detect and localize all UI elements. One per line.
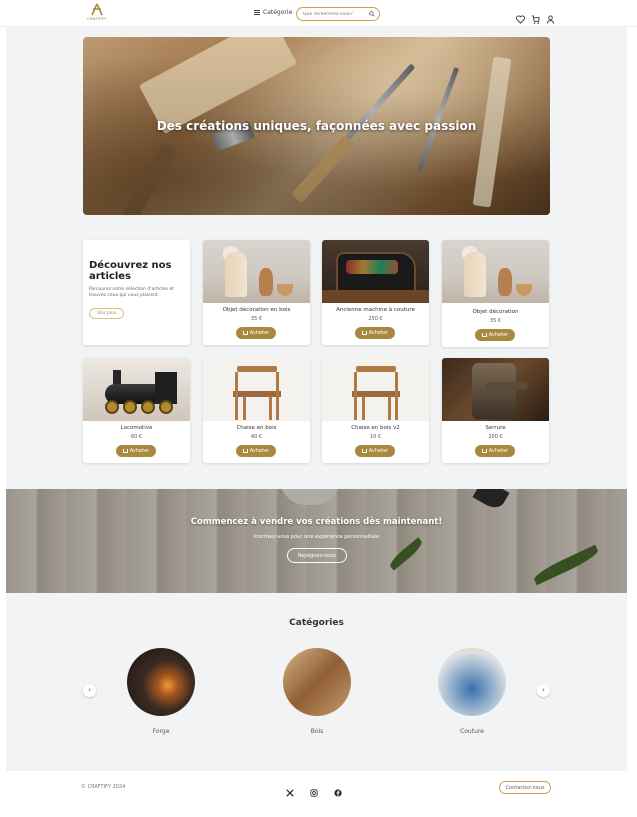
product-card[interactable]: Chaise en bois v2 10 € Acheter [322, 358, 429, 463]
category-menu[interactable]: Catégorie [254, 9, 292, 16]
cart-icon [242, 331, 248, 335]
buy-label: Acheter [368, 448, 389, 454]
buy-label: Acheter [249, 448, 270, 454]
product-price: 40 € [250, 434, 263, 440]
intro-title: Découvrez nos articles [89, 260, 172, 282]
category-item-bois[interactable]: Bois [282, 648, 352, 735]
product-name: Ancienne machine à couture [336, 307, 415, 313]
contact-button[interactable]: Contactez-nous [499, 781, 551, 794]
cart-icon [481, 333, 487, 337]
categories-section: Catégories ‹ Forge Bois Couture › [6, 593, 627, 771]
category-label: Catégorie [263, 9, 293, 16]
category-item-couture[interactable]: Couture [437, 648, 507, 735]
intro-card: Découvrez nos articles Parcourez notre s… [83, 240, 190, 345]
product-card[interactable]: Objet décoration en bois 35 € Acheter [203, 240, 310, 345]
product-card[interactable]: Serrure 200 € Acheter [442, 358, 549, 463]
see-more-button[interactable]: Voir plus [89, 308, 125, 319]
search-box[interactable] [296, 7, 380, 21]
footer: © CRAFTIFY 2024 Contactez-nous [0, 771, 637, 817]
buy-label: Acheter [368, 330, 389, 336]
seller-banner: Commencez à vendre vos créations dès mai… [6, 489, 627, 593]
product-image [203, 358, 310, 421]
buy-label: Acheter [129, 448, 150, 454]
banner-subtitle: Inscrivez-vous pour une expérience perso… [253, 534, 380, 540]
copyright: © CRAFTIFY 2024 [81, 784, 126, 790]
buy-label: Acheter [488, 332, 509, 338]
product-image [322, 240, 429, 303]
header-icons [516, 9, 555, 24]
heart-icon[interactable] [516, 9, 525, 24]
buy-button[interactable]: Acheter [116, 445, 156, 457]
intro-text: Parcourez notre sélection d'articles et … [89, 287, 174, 298]
cart-icon [361, 449, 367, 453]
buy-button[interactable]: Acheter [355, 445, 395, 457]
category-image [283, 648, 351, 716]
user-icon[interactable] [546, 9, 555, 24]
category-label: Bois [310, 728, 324, 735]
product-name: Chaise en bois [236, 425, 277, 431]
cart-icon [481, 449, 487, 453]
join-button[interactable]: Rejoignez-nous [287, 548, 347, 563]
product-image [442, 240, 549, 303]
banner-overlay [6, 489, 627, 593]
product-name: Locomotive [120, 425, 153, 431]
prev-arrow-icon[interactable]: ‹ [83, 684, 96, 697]
banner-title: Commencez à vendre vos créations dès mai… [190, 517, 443, 527]
product-card[interactable]: Objet décoration 35 € Acheter [442, 240, 549, 347]
hero-carousel[interactable]: Des créations uniques, façonnées avec pa… [83, 37, 550, 215]
search-input[interactable] [303, 11, 363, 18]
product-image [442, 358, 549, 421]
product-price: 60 € [130, 434, 143, 440]
category-item-forge[interactable]: Forge [126, 648, 196, 735]
buy-button[interactable]: Acheter [236, 445, 276, 457]
product-price: 35 € [489, 318, 502, 324]
product-card[interactable]: Locomotive 60 € Acheter [83, 358, 190, 463]
buy-label: Acheter [249, 330, 270, 336]
logo[interactable]: CRAFTIFY [83, 3, 111, 25]
next-arrow-icon[interactable]: › [537, 684, 550, 697]
product-name: Objet décoration en bois [222, 307, 291, 313]
product-name: Objet décoration [472, 309, 519, 315]
instagram-icon[interactable] [310, 782, 318, 797]
menu-icon [254, 10, 260, 15]
social-links [286, 782, 342, 797]
header: CRAFTIFY Catégorie [0, 0, 637, 27]
product-image [322, 358, 429, 421]
buy-button[interactable]: Acheter [236, 327, 276, 339]
cart-icon [122, 449, 128, 453]
product-image [203, 240, 310, 303]
cart-icon [361, 331, 367, 335]
category-image [438, 648, 506, 716]
buy-button[interactable]: Acheter [355, 327, 395, 339]
facebook-icon[interactable] [334, 782, 342, 797]
cart-icon[interactable] [531, 9, 540, 24]
product-image [83, 358, 190, 421]
buy-label: Acheter [488, 448, 509, 454]
cart-icon [242, 449, 248, 453]
category-label: Forge [152, 728, 170, 735]
logo-icon [91, 3, 103, 16]
buy-button[interactable]: Acheter [475, 329, 515, 341]
category-image [127, 648, 195, 716]
hero-title: Des créations uniques, façonnées avec pa… [156, 119, 477, 133]
product-price: 10 € [369, 434, 382, 440]
product-name: Chaise en bois v2 [351, 425, 400, 431]
product-price: 35 € [250, 316, 263, 322]
category-label: Couture [460, 728, 484, 735]
search-icon[interactable] [369, 11, 375, 17]
product-price: 200 € [488, 434, 503, 440]
x-icon[interactable] [286, 782, 294, 797]
logo-text: CRAFTIFY [87, 17, 107, 21]
product-card[interactable]: Chaise en bois 40 € Acheter [203, 358, 310, 463]
page: CRAFTIFY Catégorie Que recherchez-vous? … [0, 0, 637, 817]
product-price: 250 € [368, 316, 383, 322]
categories-title: Catégories [289, 618, 344, 628]
product-name: Serrure [485, 425, 506, 431]
product-card[interactable]: Ancienne machine à couture 250 € Acheter [322, 240, 429, 345]
buy-button[interactable]: Acheter [475, 445, 515, 457]
